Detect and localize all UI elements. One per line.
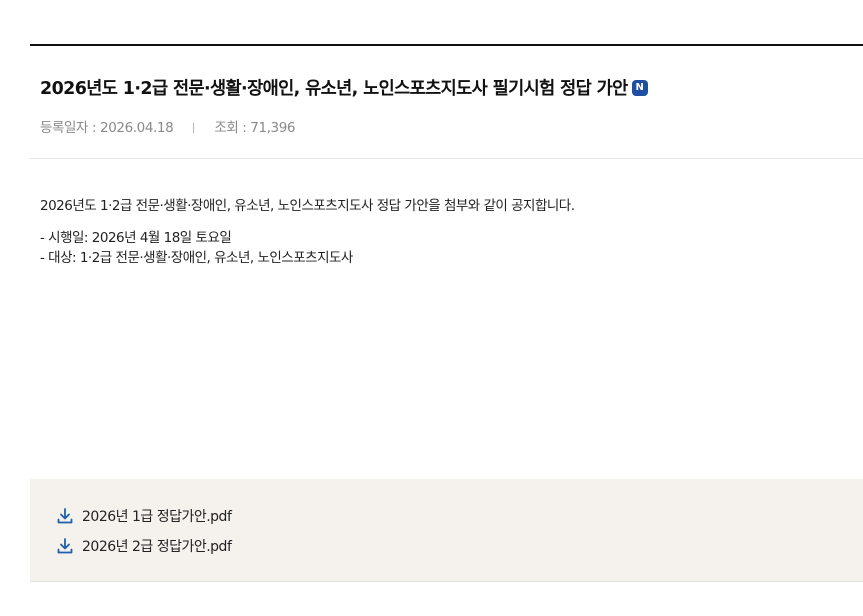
article-header: 2026년도 1·2급 전문·생활·장애인, 유소년, 노인스포츠지도사 필기시… (30, 46, 863, 159)
attachment-link[interactable]: 2026년 1급 정답가안.pdf (56, 506, 232, 526)
registration-date: 등록일자 : 2026.04.18 (40, 120, 174, 136)
meta-divider (193, 122, 195, 133)
article-body: 2026년도 1·2급 전문·생활·장애인, 유소년, 노인스포츠지도사 정답 … (40, 196, 575, 268)
article-title: 2026년도 1·2급 전문·생활·장애인, 유소년, 노인스포츠지도사 필기시… (40, 79, 628, 99)
attachment-link[interactable]: 2026년 2급 정답가안.pdf (56, 536, 232, 556)
body-line-date: - 시행일: 2026년 4월 18일 토요일 (40, 230, 232, 246)
title-row: 2026년도 1·2급 전문·생활·장애인, 유소년, 노인스포츠지도사 필기시… (40, 75, 648, 100)
attachment-filename: 2026년 1급 정답가안.pdf (82, 509, 232, 525)
article-meta: 등록일자 : 2026.04.18 조회 : 71,396 (40, 116, 296, 136)
body-line-target: - 대상: 1·2급 전문·생활·장애인, 유소년, 노인스포츠지도사 (40, 250, 353, 266)
new-badge: N (631, 80, 648, 96)
attachments-box: 2026년 1급 정답가안.pdf 2026년 2급 정답가안.pdf (30, 479, 863, 582)
view-count: 조회 : 71,396 (214, 120, 296, 136)
body-intro: 2026년도 1·2급 전문·생활·장애인, 유소년, 노인스포츠지도사 정답 … (40, 198, 575, 214)
download-icon (57, 508, 73, 524)
attachment-filename: 2026년 2급 정답가안.pdf (82, 539, 232, 555)
download-icon (57, 538, 73, 554)
notice-detail-page: 2026년도 1·2급 전문·생활·장애인, 유소년, 노인스포츠지도사 필기시… (0, 0, 863, 616)
